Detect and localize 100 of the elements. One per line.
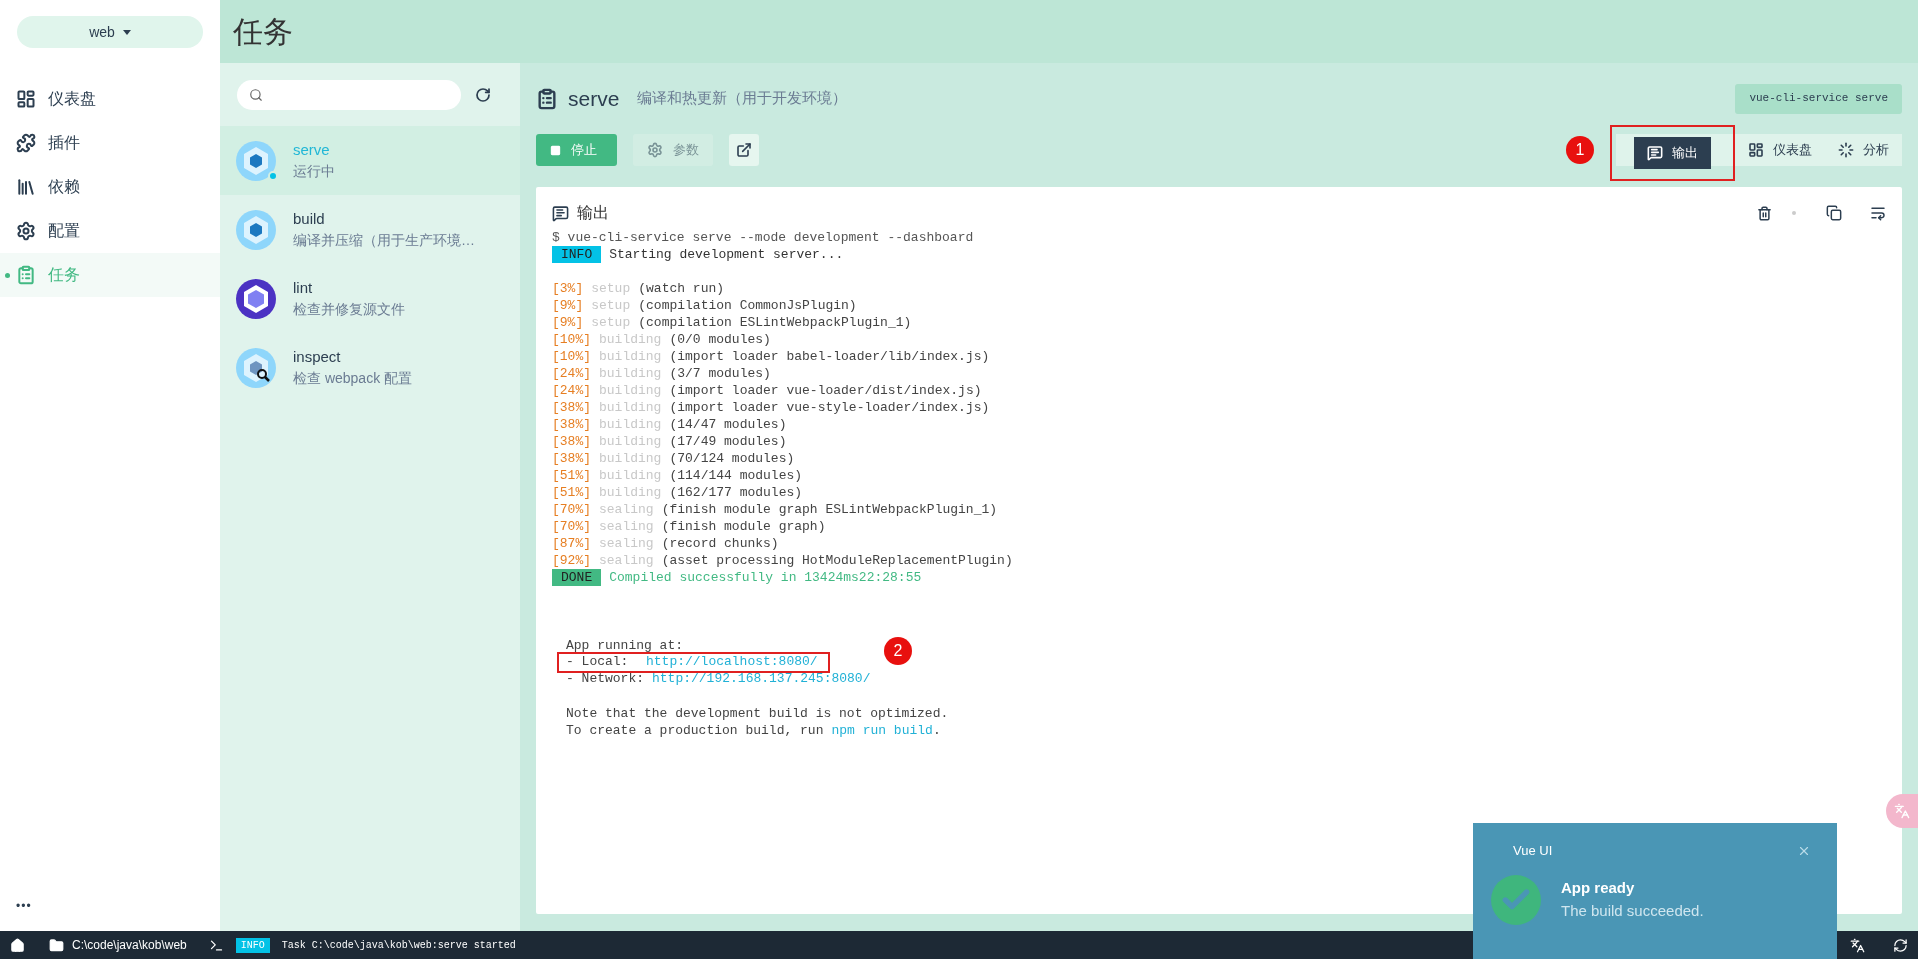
caret-icon	[122, 29, 131, 35]
log-detail: (import loader vue-style-loader/index.js)	[669, 399, 990, 416]
log-percent: [38%]	[552, 416, 591, 433]
translate-icon	[1894, 803, 1910, 819]
log-detail: (finish module graph)	[661, 518, 826, 535]
refresh-icon[interactable]	[475, 86, 491, 103]
log-percent: [10%]	[552, 348, 591, 365]
dashboard-icon	[16, 89, 36, 109]
log-percent: [3%]	[552, 280, 584, 297]
nav-item[interactable]: 配置	[0, 209, 220, 253]
log-percent: [87%]	[552, 535, 591, 552]
log-percent: [38%]	[552, 399, 591, 416]
refresh-icon[interactable]	[1893, 937, 1908, 953]
status-message: Task C:\code\java\kob\web:serve started	[281, 938, 516, 953]
notification-message: The build succeeded.	[1561, 900, 1704, 921]
task-name: inspect	[293, 346, 342, 367]
view-tab[interactable]: 仪表盘	[1735, 134, 1825, 166]
log-line: App running at:	[566, 638, 684, 653]
log-percent: [38%]	[552, 450, 591, 467]
library-icon	[16, 177, 36, 197]
log-detail: (14/47 modules)	[669, 416, 787, 433]
log-percent: [9%]	[552, 297, 584, 314]
log-detail: (compilation ESLintWebpackPlugin_1)	[638, 314, 912, 331]
log-line: Compiled successfully in 13424ms22:28:55	[609, 569, 922, 586]
view-tab[interactable]: 输出	[1634, 137, 1711, 169]
task-item[interactable]: serve 运行中	[220, 126, 520, 195]
log-detail: (17/49 modules)	[669, 433, 787, 450]
search-field[interactable]	[237, 79, 461, 110]
project-path[interactable]: C:\code\java\kob\web	[72, 936, 187, 954]
settings-icon	[647, 142, 663, 158]
nav-item[interactable]: 依赖	[0, 165, 220, 209]
task-description: 检查并修复源文件	[293, 300, 405, 320]
log-detail: (import loader babel-loader/lib/index.js)	[669, 348, 990, 365]
trash-icon[interactable]	[1757, 205, 1772, 221]
annotation-marker: 2	[884, 637, 912, 665]
page-title: 任务	[233, 14, 293, 50]
message-icon	[1647, 145, 1663, 161]
log-detail: (0/0 modules)	[669, 331, 771, 348]
task-name: build	[293, 208, 326, 229]
log-percent: [10%]	[552, 331, 591, 348]
log-percent: [70%]	[552, 518, 591, 535]
task-name: lint	[293, 277, 314, 298]
output-title: 输出	[577, 203, 609, 223]
log-detail: (watch run)	[638, 280, 725, 297]
task-item[interactable]: build 编译并压缩（用于生产环境…	[220, 195, 520, 264]
log-percent: [70%]	[552, 501, 591, 518]
dashboard-icon	[1748, 142, 1764, 158]
log-percent: [9%]	[552, 314, 584, 331]
task-icon	[236, 209, 276, 250]
clipboard-icon	[16, 265, 36, 285]
task-description: 检查 webpack 配置	[293, 369, 413, 389]
search-icon	[249, 87, 263, 102]
task-icon	[236, 347, 276, 388]
log-detail: (finish module graph ESLintWebpackPlugin_1)	[661, 501, 998, 518]
log-badge: INFO	[552, 246, 602, 263]
annotation-marker: 1	[1566, 136, 1594, 164]
terminal-icon[interactable]	[208, 937, 224, 953]
puzzle-icon	[16, 133, 36, 153]
log-percent: [24%]	[552, 382, 591, 399]
check-icon	[1491, 874, 1541, 925]
task-description: 编译并压缩（用于生产环境…	[293, 231, 475, 251]
settings-icon	[16, 221, 36, 241]
log-label: - Local:	[566, 654, 630, 671]
task-description: 运行中	[293, 162, 335, 182]
notification-app: Vue UI	[1513, 842, 1553, 860]
log-percent: [38%]	[552, 433, 591, 450]
log-label: - Network:	[566, 671, 644, 688]
project-selector[interactable]: web	[17, 16, 203, 48]
log-line: To create a production build, run	[566, 722, 824, 739]
log-line: Note that the development build is not optimized.	[566, 706, 949, 721]
task-item[interactable]: inspect 检查 webpack 配置	[220, 333, 520, 402]
log-punctuation: .	[932, 722, 941, 739]
home-icon[interactable]	[10, 937, 25, 953]
task-item[interactable]: lint 检查并修复源文件	[220, 264, 520, 333]
loader-icon	[1838, 142, 1854, 158]
more-button[interactable]: •••	[16, 897, 32, 915]
log-detail: (import loader vue-loader/dist/index.js)	[669, 382, 982, 399]
log-line: $ vue-cli-service serve --mode development --dashboard	[552, 229, 975, 246]
nav-item[interactable]: 插件	[0, 121, 220, 165]
stop-icon	[550, 144, 561, 156]
nav-item[interactable]: 仪表盘	[0, 77, 220, 121]
task-description: 编译和热更新（用于开发环境）	[637, 88, 848, 109]
log-detail: (compilation CommonJsPlugin)	[638, 297, 857, 314]
log-percent: [51%]	[552, 467, 591, 484]
clipboard-icon	[536, 87, 558, 110]
copy-icon[interactable]	[1826, 205, 1842, 221]
status-badge: INFO	[235, 937, 270, 953]
folder-icon	[49, 937, 64, 953]
log-detail: (114/144 modules)	[669, 467, 803, 484]
log-percent: [92%]	[552, 552, 591, 569]
log-line: Starting development server...	[609, 246, 844, 263]
external-link-icon	[736, 142, 752, 158]
view-tab[interactable]: 分析	[1825, 134, 1902, 166]
wrap-icon[interactable]	[1870, 205, 1886, 221]
task-title: serve	[568, 85, 620, 112]
open-link-button[interactable]	[729, 134, 759, 166]
log-detail: (70/124 modules)	[669, 450, 795, 467]
translate-icon[interactable]	[1850, 937, 1865, 953]
log-detail: (3/7 modules)	[669, 365, 771, 382]
task-icon	[236, 278, 276, 319]
